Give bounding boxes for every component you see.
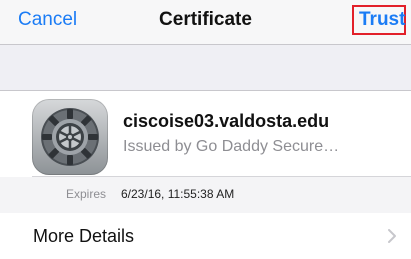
expires-label: Expires — [66, 187, 107, 201]
trust-button[interactable]: Trust — [352, 5, 406, 35]
page-title: Certificate — [159, 9, 252, 30]
more-details-row[interactable]: More Details — [0, 213, 411, 259]
more-details-label: More Details — [33, 226, 135, 246]
certificate-card: ciscoise03.valdosta.edu Issued by Go Dad… — [0, 90, 411, 214]
certificate-issuer: Issued by Go Daddy Secure… — [123, 138, 340, 155]
certificate-screen: Cancel Certificate Trust ciscoise03.vald… — [0, 0, 411, 259]
expires-value: 6/23/16, 11:55:38 AM — [121, 187, 235, 201]
expires-row: Expires 6/23/16, 11:55:38 AM — [0, 177, 411, 213]
chevron-right-icon — [387, 228, 397, 249]
settings-gear-icon — [32, 99, 108, 175]
navigation-bar: Cancel Certificate Trust — [0, 0, 411, 45]
section-spacer — [0, 45, 411, 90]
certificate-host: ciscoise03.valdosta.edu — [123, 111, 330, 131]
